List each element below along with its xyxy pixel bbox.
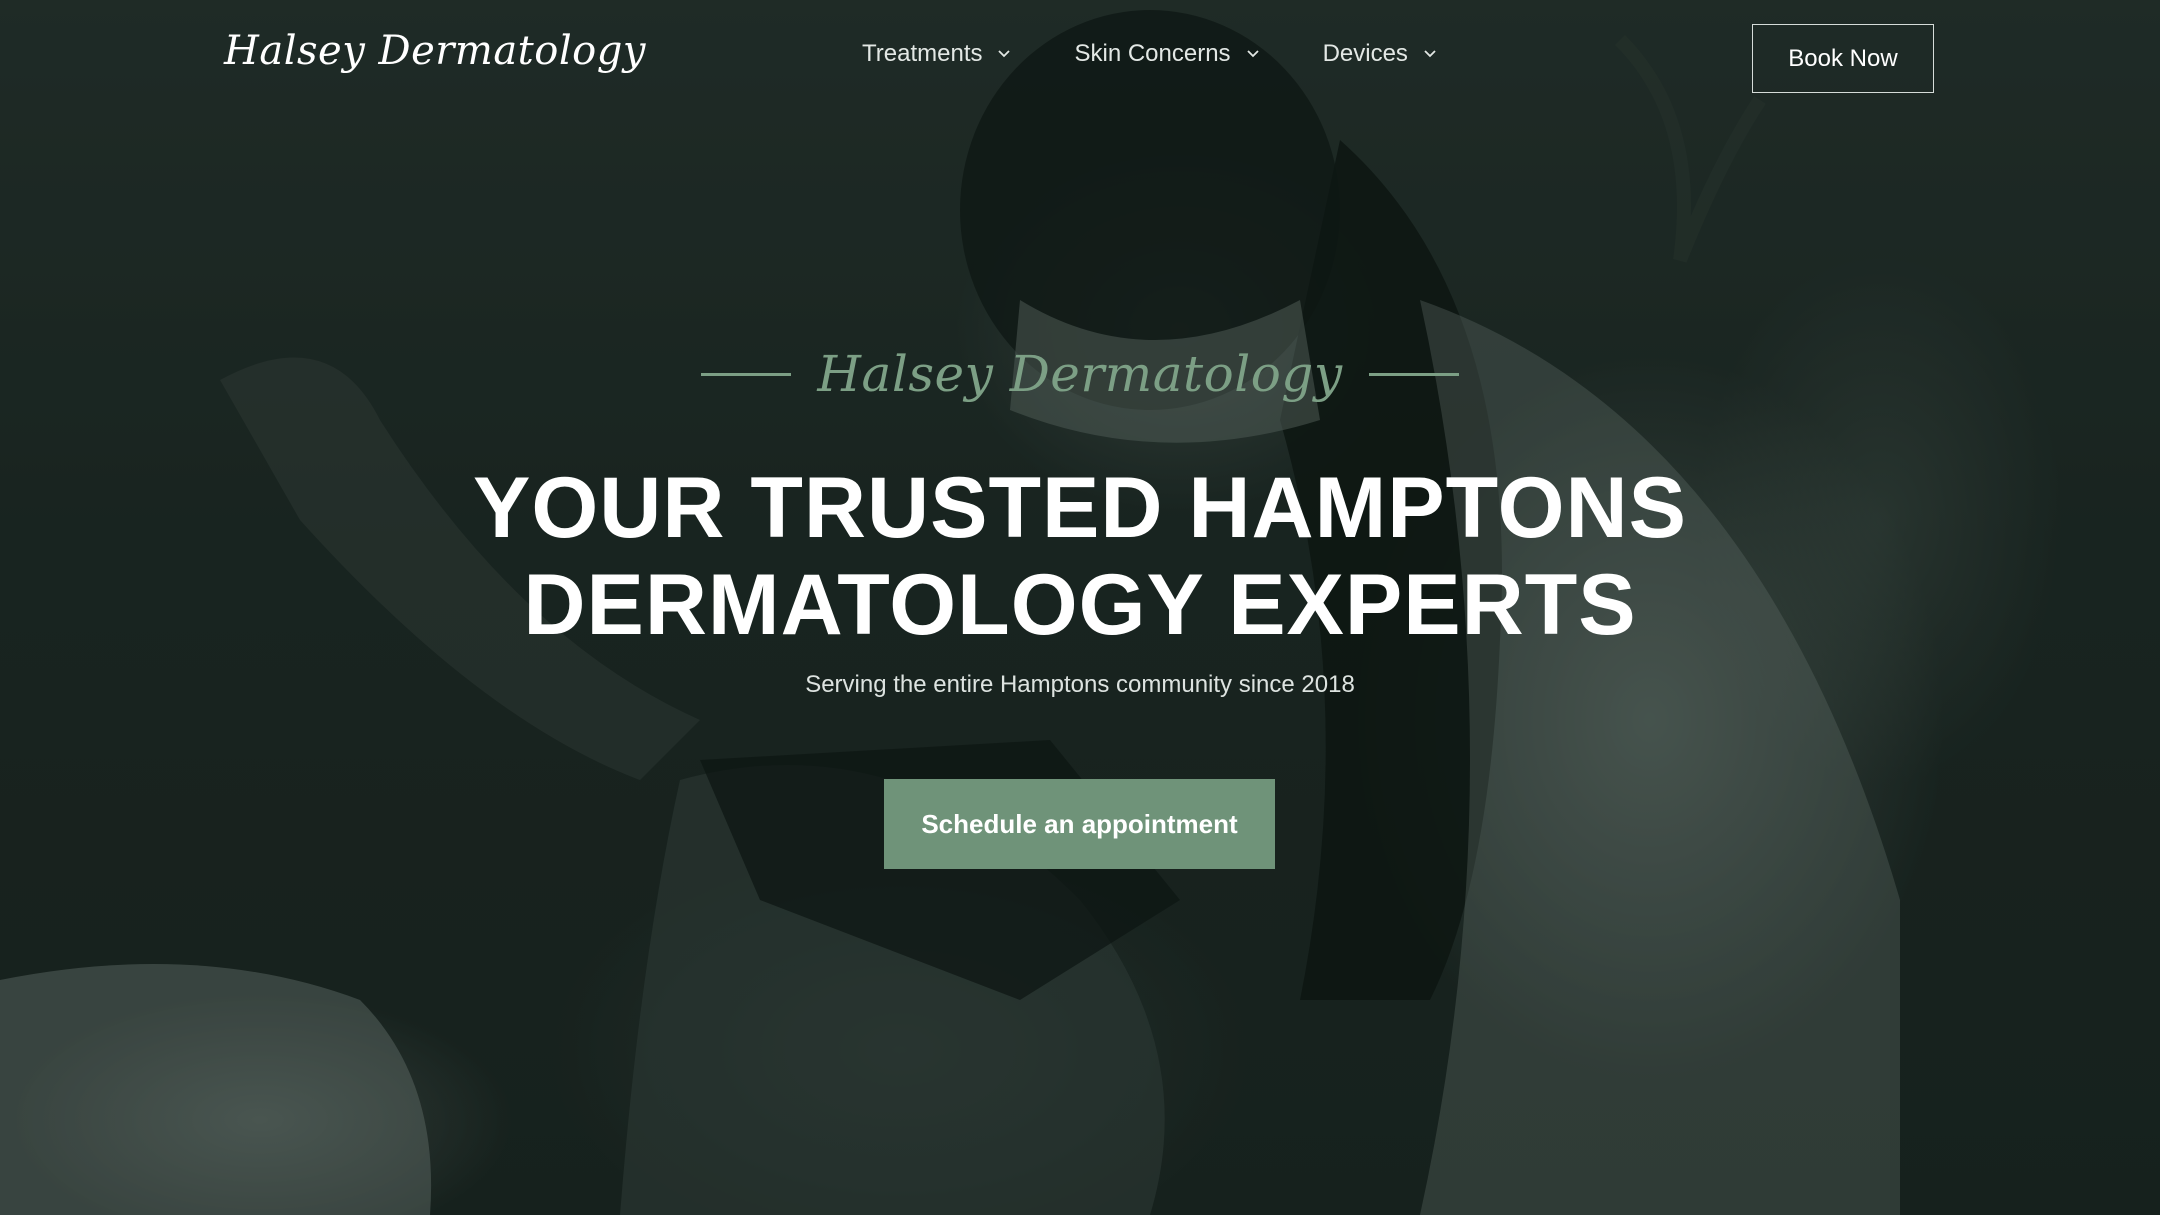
nav-item-skin-concerns[interactable]: Skin Concerns [1074, 40, 1260, 68]
nav-item-label: Skin Concerns [1074, 40, 1231, 67]
book-now-button[interactable]: Book Now [1752, 24, 1934, 93]
eyebrow-divider-right [1368, 372, 1459, 376]
hero-eyebrow: Halsey Dermatology [0, 345, 2160, 403]
hero-section: Halsey Dermatology Treatments Skin Conce… [0, 0, 2160, 1215]
chevron-down-icon [1424, 50, 1436, 58]
nav-item-label: Treatments [862, 40, 983, 67]
nav-item-treatments[interactable]: Treatments [862, 40, 1012, 68]
eyebrow-divider-left [701, 372, 792, 376]
hero-headline: YOUR TRUSTED HAMPTONS DERMATOLOGY EXPERT… [0, 460, 2160, 654]
eyebrow-text: Halsey Dermatology [817, 345, 1343, 403]
site-header: Halsey Dermatology Treatments Skin Conce… [0, 0, 2160, 118]
nav-item-devices[interactable]: Devices [1323, 40, 1438, 68]
main-nav: Treatments Skin Concerns Devices [862, 40, 1500, 68]
chevron-down-icon [998, 50, 1011, 58]
hero-subtitle: Serving the entire Hamptons community si… [805, 671, 1355, 698]
chevron-down-icon [1246, 50, 1259, 58]
headline-line-1: YOUR TRUSTED HAMPTONS [473, 460, 1687, 556]
nav-item-label: Devices [1322, 40, 1408, 67]
site-logo[interactable]: Halsey Dermatology [224, 28, 646, 74]
schedule-appointment-button[interactable]: Schedule an appointment [884, 779, 1275, 869]
headline-line-2: DERMATOLOGY EXPERTS [523, 557, 1637, 653]
